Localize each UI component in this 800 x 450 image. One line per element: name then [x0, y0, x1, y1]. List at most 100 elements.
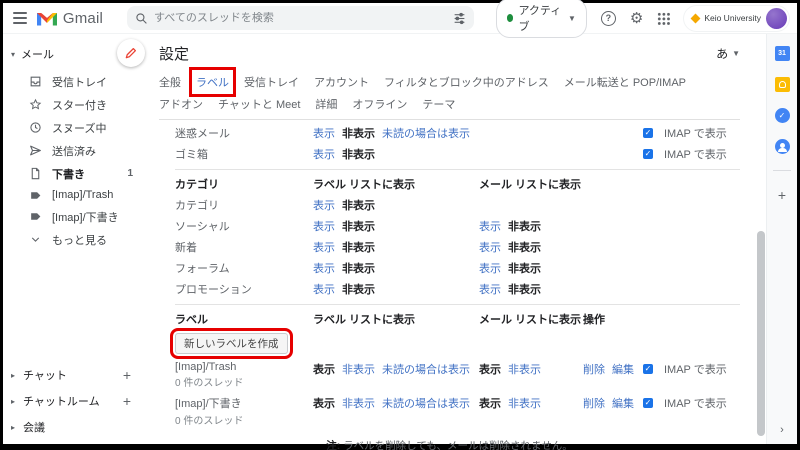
hide-selected[interactable]: 非表示: [342, 146, 375, 162]
tab-offline[interactable]: オフライン: [352, 96, 407, 112]
hide-selected[interactable]: 非表示: [508, 281, 541, 297]
hide-selected[interactable]: 非表示: [508, 218, 541, 234]
tab-chat-meet[interactable]: チャットと Meet: [218, 96, 300, 112]
imap-checkbox[interactable]: [643, 364, 653, 374]
sidebar-item-meet[interactable]: ▸ 会議: [3, 414, 145, 440]
hide-selected[interactable]: 非表示: [342, 239, 375, 255]
tab-addons[interactable]: アドオン: [159, 96, 203, 112]
show-link[interactable]: 表示: [313, 239, 335, 255]
hide-selected[interactable]: 非表示: [508, 239, 541, 255]
show-selected[interactable]: 表示: [313, 361, 335, 377]
hide-selected[interactable]: 非表示: [342, 281, 375, 297]
hide-selected[interactable]: 非表示: [342, 260, 375, 276]
help-button[interactable]: ?: [601, 11, 616, 26]
tasks-icon[interactable]: ✓: [775, 108, 790, 123]
chevron-down-icon: ▼: [568, 14, 576, 23]
collapse-panel-icon[interactable]: ›: [780, 424, 784, 444]
hide-selected[interactable]: 非表示: [342, 125, 375, 141]
avatar[interactable]: [766, 8, 787, 29]
table-row-promotions: プロモーション 表示非表示 表示非表示: [175, 278, 740, 299]
table-row-spam: 迷惑メール 表示 非表示 未読の場合は表示 IMAP で表示: [175, 122, 740, 143]
hide-link[interactable]: 非表示: [342, 395, 375, 411]
add-chat-icon[interactable]: +: [123, 367, 131, 383]
show-link[interactable]: 表示: [313, 281, 335, 297]
imap-checkbox[interactable]: [643, 398, 653, 408]
search-input[interactable]: [154, 12, 453, 24]
hide-link[interactable]: 非表示: [342, 361, 375, 377]
input-method-selector[interactable]: あ ▼: [716, 45, 740, 62]
tab-accounts[interactable]: アカウント: [314, 74, 369, 90]
tab-labels[interactable]: ラベル: [196, 74, 229, 90]
calendar-icon[interactable]: 31: [775, 46, 790, 61]
sidebar-item-drafts[interactable]: 下書き 1: [3, 162, 145, 185]
tab-filters[interactable]: フィルタとブロック中のアドレス: [384, 74, 549, 90]
row-label: カテゴリ: [175, 197, 313, 213]
sidebar-item-chat[interactable]: ▸ チャット +: [3, 362, 145, 388]
sidebar-item-chatrooms[interactable]: ▸ チャットルーム +: [3, 388, 145, 414]
status-selector[interactable]: アクティブ ▼: [496, 0, 587, 38]
show-link[interactable]: 表示: [313, 125, 335, 141]
sidebar-item-sent[interactable]: 送信済み: [3, 139, 145, 162]
row-label: ゴミ箱: [175, 146, 313, 162]
chevron-right-icon: ▸: [11, 423, 15, 432]
settings-gear-button[interactable]: ⚙: [630, 11, 643, 26]
compose-button[interactable]: [117, 39, 145, 67]
table-row-social: ソーシャル 表示非表示 表示非表示: [175, 215, 740, 236]
sidebar-item-inbox[interactable]: 受信トレイ: [3, 70, 145, 93]
google-apps-icon[interactable]: [657, 12, 670, 25]
row-label: [Imap]/Trash: [175, 361, 236, 373]
tab-forwarding[interactable]: メール転送と POP/IMAP: [564, 74, 686, 90]
delete-link[interactable]: 削除: [583, 395, 605, 411]
menu-icon[interactable]: [13, 12, 27, 24]
imap-checkbox[interactable]: [643, 149, 653, 159]
imap-checkbox[interactable]: [643, 128, 653, 138]
show-link[interactable]: 表示: [479, 218, 501, 234]
show-link[interactable]: 表示: [479, 281, 501, 297]
keep-icon[interactable]: [775, 77, 790, 92]
sidebar-item-snoozed[interactable]: スヌーズ中: [3, 116, 145, 139]
sidebar-item-more[interactable]: もっと見る: [3, 228, 145, 251]
hide-link[interactable]: 非表示: [508, 361, 541, 377]
delete-link[interactable]: 削除: [583, 361, 605, 377]
search-options-icon[interactable]: [453, 12, 466, 25]
org-logo-icon: [691, 13, 701, 23]
tab-general[interactable]: 全般: [159, 74, 181, 90]
show-if-unread-link[interactable]: 未読の場合は表示: [382, 395, 470, 411]
hide-selected[interactable]: 非表示: [342, 197, 375, 213]
edit-link[interactable]: 編集: [612, 395, 634, 411]
chevron-right-icon: ▸: [11, 397, 15, 406]
get-addons-icon[interactable]: +: [778, 187, 786, 203]
show-link[interactable]: 表示: [479, 239, 501, 255]
scrollbar-thumb[interactable]: [757, 231, 765, 436]
create-label-button[interactable]: 新しいラベルを作成: [175, 333, 288, 354]
show-link[interactable]: 表示: [313, 218, 335, 234]
contacts-icon[interactable]: [775, 139, 790, 154]
show-selected[interactable]: 表示: [479, 361, 501, 377]
show-link[interactable]: 表示: [479, 260, 501, 276]
edit-link[interactable]: 編集: [612, 361, 634, 377]
row-label: ソーシャル: [175, 218, 313, 234]
label-icon: [29, 189, 42, 202]
hide-selected[interactable]: 非表示: [508, 260, 541, 276]
tab-inbox[interactable]: 受信トレイ: [244, 74, 299, 90]
show-if-unread-link[interactable]: 未読の場合は表示: [382, 125, 470, 141]
show-link[interactable]: 表示: [313, 197, 335, 213]
gmail-logo[interactable]: Gmail: [37, 10, 103, 27]
sidebar-item-imap-trash[interactable]: [Imap]/Trash: [3, 185, 145, 205]
show-if-unread-link[interactable]: 未読の場合は表示: [382, 361, 470, 377]
show-selected[interactable]: 表示: [313, 395, 335, 411]
add-room-icon[interactable]: +: [123, 393, 131, 409]
show-link[interactable]: 表示: [313, 260, 335, 276]
tab-themes[interactable]: テーマ: [422, 96, 455, 112]
hide-selected[interactable]: 非表示: [342, 218, 375, 234]
search-bar[interactable]: [127, 6, 474, 30]
label-icon: [29, 210, 42, 223]
show-link[interactable]: 表示: [313, 146, 335, 162]
org-account-chip[interactable]: Keio University: [684, 6, 789, 31]
sidebar-item-starred[interactable]: スター付き: [3, 93, 145, 116]
tab-advanced[interactable]: 詳細: [315, 96, 337, 112]
show-selected[interactable]: 表示: [479, 395, 501, 411]
sidebar-item-imap-drafts[interactable]: [Imap]/下書き: [3, 205, 145, 228]
hide-link[interactable]: 非表示: [508, 395, 541, 411]
row-label: 迷惑メール: [175, 125, 313, 141]
